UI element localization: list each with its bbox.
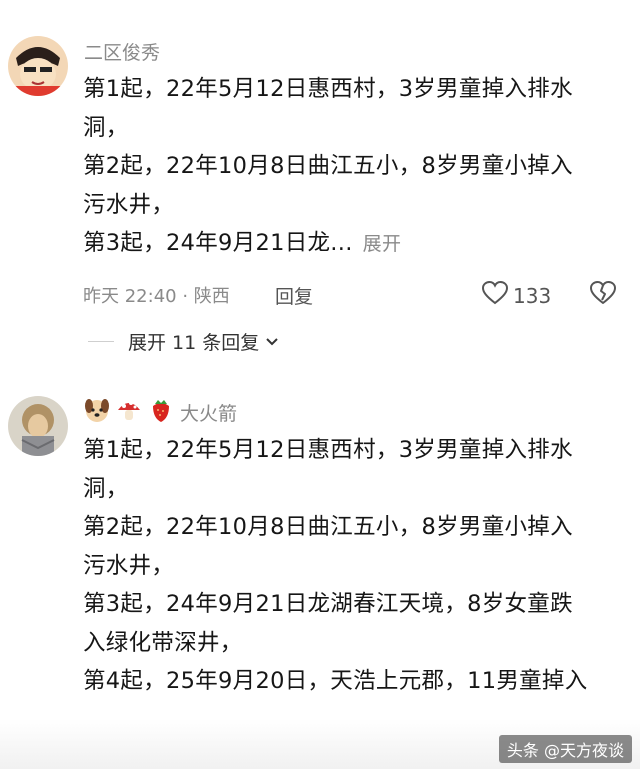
avatar[interactable] <box>8 36 68 96</box>
avatar[interactable] <box>8 396 68 456</box>
comment-line: 第4起，25年9月20日，天浩上元郡，11男童掉入 <box>83 668 588 694</box>
comment-line: 第1起，22年5月12日惠西村，3岁男童掉入排水 <box>83 437 573 463</box>
comment-line: 第3起，24年9月21日龙... 展开 <box>83 224 623 264</box>
dislike-button[interactable] <box>590 281 616 309</box>
comment-line-text: 第3起，24年9月21日龙... <box>83 230 353 256</box>
expand-text-link[interactable]: 展开 <box>363 233 402 255</box>
dog-icon <box>83 396 111 428</box>
comment-line: 第1起，22年5月12日惠西村，3岁男童掉入排水 <box>83 76 573 102</box>
username[interactable]: 大火箭 <box>180 399 237 426</box>
chevron-down-icon <box>265 332 279 351</box>
reply-button[interactable]: 回复 <box>275 282 313 309</box>
comment-text: 第1起，22年5月12日惠西村，3岁男童掉入排水 洞， 第2起，22年10月8日… <box>83 70 623 264</box>
comment-line: 第3起，24年9月21日龙湖春江天境，8岁女童跌 <box>83 591 573 617</box>
user-badges <box>83 396 175 428</box>
like-count: 133 <box>513 283 552 308</box>
comment-line: 入绿化带深井， <box>83 629 243 656</box>
divider <box>88 341 114 342</box>
mushroom-icon <box>115 396 143 428</box>
comment-text: 第1起，22年5月12日惠西村，3岁男童掉入排水 洞， 第2起，22年10月8日… <box>83 431 623 701</box>
like-button[interactable]: 133 <box>481 280 552 310</box>
watermark: 头条 @天方夜谈 <box>498 735 632 763</box>
expand-replies-label: 展开 11 条回复 <box>128 332 260 354</box>
comment-line: 污水井， <box>83 191 175 218</box>
heart-icon <box>481 280 509 310</box>
username[interactable]: 二区俊秀 <box>84 38 160 65</box>
strawberry-icon <box>147 396 175 428</box>
comment-line: 洞， <box>83 475 129 502</box>
broken-heart-icon <box>590 281 616 309</box>
comment-line: 洞， <box>83 114 129 141</box>
expand-replies-button[interactable]: 展开 11 条回复 <box>88 328 279 355</box>
comment-line: 污水井， <box>83 552 175 579</box>
comment-line: 第2起，22年10月8日曲江五小，8岁男童小掉入 <box>83 153 573 179</box>
comment-time-location: 昨天 22:40 · 陕西 <box>83 286 230 307</box>
comment-line: 第2起，22年10月8日曲江五小，8岁男童小掉入 <box>83 514 573 540</box>
